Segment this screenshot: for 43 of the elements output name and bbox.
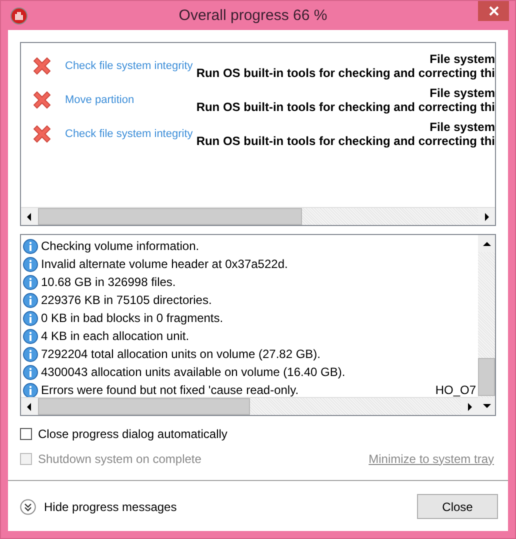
info-icon [23, 346, 38, 362]
info-icon [23, 328, 38, 344]
operation-link[interactable]: Move partition [65, 94, 189, 106]
scrollbar-thumb[interactable] [38, 208, 302, 225]
log-message: Checking volume information. [41, 239, 200, 253]
info-icon [23, 274, 38, 290]
log-message: 7292204 total allocation units on volume (27.82 GB). [41, 347, 322, 361]
info-icon [23, 238, 38, 254]
info-icon [23, 364, 38, 380]
info-icon [23, 292, 38, 308]
detail-text: Run OS built-in tools for checking and correcting thi [196, 66, 495, 80]
scrollbar-thumb[interactable] [38, 398, 250, 415]
log-message: 4300043 allocation units available on volume (16.40 GB). [41, 365, 346, 379]
info-icon [23, 310, 38, 326]
app-icon [10, 7, 28, 25]
info-icon [23, 256, 38, 272]
horizontal-scrollbar[interactable] [21, 397, 478, 415]
log-message: 229376 KB in 75105 directories. [41, 293, 213, 307]
detail-title: File system [430, 120, 495, 134]
log-message: 10.68 GB in 326998 files. [41, 275, 177, 289]
detail-title: File system [430, 52, 495, 66]
detail-title: File system [430, 86, 495, 100]
log-tag: HO_O7 [435, 383, 476, 397]
log-message: 4 KB in each allocation unit. [41, 329, 190, 343]
window-title: Overall progress 66 % [178, 7, 328, 24]
error-cross-icon [31, 89, 53, 111]
horizontal-scrollbar[interactable] [21, 207, 495, 225]
error-cross-icon [31, 55, 53, 77]
close-icon[interactable] [478, 1, 509, 21]
log-message: Errors were found but not fixed 'cause read-only. [41, 383, 300, 397]
scrollbar-thumb[interactable] [478, 358, 495, 396]
log-message: Invalid alternate volume header at 0x37a522d. [41, 257, 289, 271]
log-message: 0 KB in bad blocks in 0 fragments. [41, 311, 224, 325]
close-button[interactable]: Close [417, 494, 498, 519]
toggle-messages-link[interactable]: Hide progress messages [44, 500, 177, 514]
minimize-link[interactable]: Minimize to system tray [368, 452, 494, 466]
detail-text: Run OS built-in tools for checking and correcting thi [196, 100, 495, 114]
detail-text: Run OS built-in tools for checking and correcting thi [196, 134, 495, 148]
info-icon [23, 382, 38, 397]
collapse-chevron-icon[interactable] [20, 498, 36, 514]
checkbox[interactable] [20, 428, 32, 440]
error-cross-icon [31, 123, 53, 145]
checkbox-label[interactable]: Close progress dialog automatically [38, 426, 228, 440]
